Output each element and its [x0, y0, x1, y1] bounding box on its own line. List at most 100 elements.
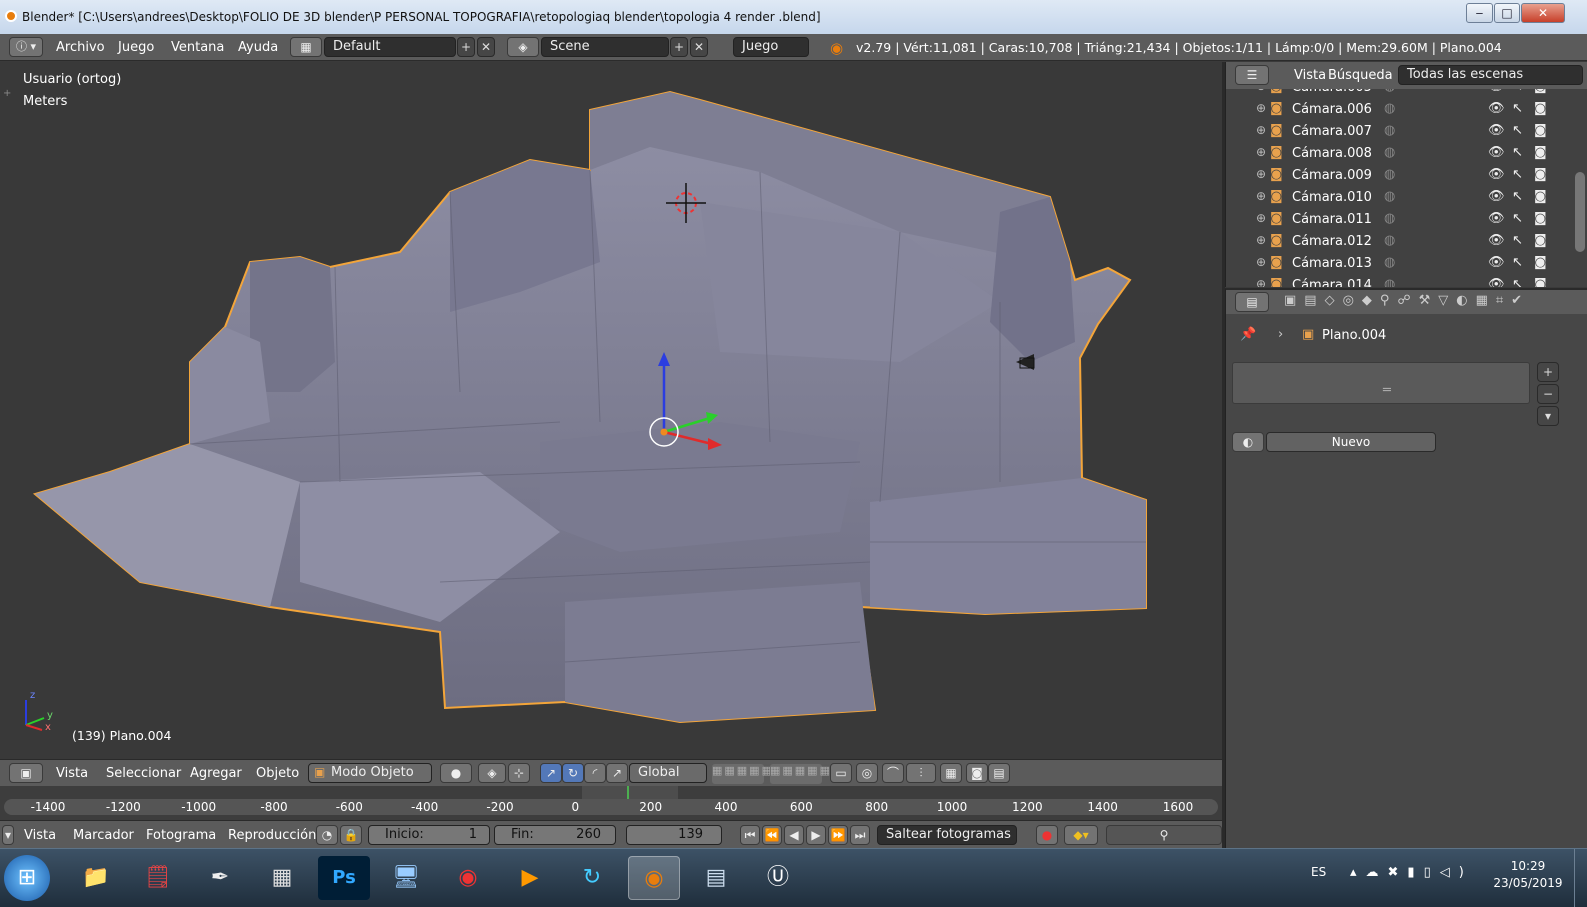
visibility-eye-icon[interactable]: 👁 — [1488, 89, 1505, 94]
add-scene-button[interactable]: + — [670, 37, 688, 57]
start-frame-field[interactable]: Inicio: 1 — [368, 825, 490, 845]
outliner-item[interactable]: ⊕ ◙ Cámara.013 ◍ 👁 ↖ ◙ — [1226, 253, 1573, 275]
selectable-arrow-icon[interactable]: ↖ — [1512, 189, 1523, 204]
preview-range-icon[interactable]: ◔ — [316, 825, 338, 845]
translate-manipulator-icon[interactable]: ↗ — [540, 763, 562, 783]
selectable-arrow-icon[interactable]: ↖ — [1512, 277, 1523, 287]
pin-icon[interactable]: 📌 — [1240, 327, 1256, 342]
expand-icon[interactable]: ⊕ — [1256, 145, 1266, 159]
properties-tabs[interactable]: ▣▤◇◎◆⚲☍⚒▽◐▦⌗✔ — [1284, 293, 1530, 308]
outliner-item[interactable]: ⊕ ◙ Cámara.008 ◍ 👁 ↖ ◙ — [1226, 143, 1573, 165]
layers-group-1[interactable]: ▦▦▦▦▦ — [712, 764, 772, 784]
calculator-taskbar-icon[interactable]: ▦ — [256, 856, 308, 900]
outliner-item[interactable]: ⊕ ◙ Cámara.014 ◍ 👁 ↖ ◙ — [1226, 275, 1573, 287]
visibility-eye-icon[interactable]: 👁 — [1488, 211, 1505, 226]
scene-field[interactable]: Scene — [541, 37, 669, 57]
timeline-editor-icon[interactable]: ▾ — [2, 825, 14, 845]
lock-range-icon[interactable]: 🔒 — [340, 825, 362, 845]
expand-icon[interactable]: ⊕ — [1256, 233, 1266, 247]
renderable-camera-icon[interactable]: ◙ — [1534, 167, 1547, 182]
properties-editor-icon[interactable]: ▤ — [1235, 292, 1269, 312]
start-button-icon[interactable]: ⊞ — [4, 855, 50, 901]
timeline-menu-marker[interactable]: Marcador — [73, 828, 134, 843]
menu-window[interactable]: Ventana — [171, 40, 224, 55]
jump-start-button[interactable]: ⏮ — [740, 825, 760, 845]
visibility-eye-icon[interactable]: 👁 — [1488, 101, 1505, 116]
shading-select-icon[interactable]: ● — [440, 763, 472, 783]
selectable-arrow-icon[interactable]: ↖ — [1512, 167, 1523, 182]
list-resize-handle-icon[interactable]: ═ — [1383, 383, 1391, 398]
new-material-button[interactable]: Nuevo — [1266, 432, 1436, 452]
timeline-menu-playback[interactable]: Reproducción — [228, 828, 316, 843]
editor-type-info-icon[interactable]: ⓘ ▾ — [9, 37, 43, 57]
view3d-editor-icon[interactable]: ▣ — [9, 763, 43, 783]
selectable-arrow-icon[interactable]: ↖ — [1512, 101, 1523, 116]
outliner-item[interactable]: ⊕ ◙ Cámara.011 ◍ 👁 ↖ ◙ — [1226, 209, 1573, 231]
close-button[interactable]: ✕ — [1521, 3, 1565, 23]
view3d-menu-add[interactable]: Agregar — [190, 766, 242, 781]
visibility-eye-icon[interactable]: 👁 — [1488, 255, 1505, 270]
expand-icon[interactable]: ⊕ — [1256, 255, 1266, 269]
add-material-slot-button[interactable]: + — [1537, 362, 1559, 382]
mode-select[interactable]: Modo Objeto — [308, 763, 432, 783]
selectable-arrow-icon[interactable]: ↖ — [1512, 233, 1523, 248]
visibility-eye-icon[interactable]: 👁 — [1488, 189, 1505, 204]
view3d-menu-view[interactable]: Vista — [56, 766, 88, 781]
cad-taskbar-icon[interactable]: ✒ — [194, 856, 246, 900]
animation-render-icon[interactable]: ▤ — [988, 763, 1010, 783]
explorer-taskbar-icon[interactable]: 📁 — [70, 856, 122, 900]
expand-icon[interactable]: ⊕ — [1256, 277, 1266, 287]
minimize-button[interactable]: ‒ — [1466, 3, 1493, 23]
material-specials-button[interactable]: ▾ — [1537, 406, 1559, 426]
outliner-scrollbar[interactable] — [1575, 172, 1585, 252]
opengl-render-icon[interactable]: ▦ — [940, 763, 962, 783]
next-keyframe-button[interactable]: ⏩ — [828, 825, 848, 845]
prev-keyframe-button[interactable]: ⏪ — [762, 825, 782, 845]
snap-toggle-icon[interactable]: ⌒ — [882, 763, 904, 783]
outliner-editor-icon[interactable]: ☰ — [1235, 65, 1269, 85]
remove-layout-button[interactable]: ✕ — [477, 37, 495, 57]
snap-element-icon[interactable]: ⫶ — [906, 763, 936, 783]
record-button[interactable]: ● — [1036, 825, 1058, 845]
orientation-icon[interactable]: ↗ — [606, 763, 628, 783]
outliner-filter-select[interactable]: Todas las escenas — [1398, 65, 1583, 85]
blender-taskbar-icon[interactable]: ◉ — [628, 856, 680, 900]
remove-material-slot-button[interactable]: − — [1537, 384, 1559, 404]
visibility-eye-icon[interactable]: 👁 — [1488, 233, 1505, 248]
renderable-camera-icon[interactable]: ◙ — [1534, 277, 1547, 287]
outliner-item[interactable]: ⊕ ◙ Cámara.005 ◍ 👁 ↖ ◙ — [1226, 89, 1573, 99]
jump-end-button[interactable]: ⏭ — [850, 825, 870, 845]
tray-icons[interactable]: ▴☁✖▮▯◁) — [1350, 865, 1473, 880]
language-indicator[interactable]: ES — [1311, 865, 1326, 879]
render-engine-select[interactable]: Juego — [733, 37, 809, 57]
network-taskbar-icon[interactable]: 🖥 — [380, 856, 432, 900]
selectable-arrow-icon[interactable]: ↖ — [1512, 89, 1523, 94]
layout-field[interactable]: Default — [324, 37, 456, 57]
selectable-arrow-icon[interactable]: ↖ — [1512, 123, 1523, 138]
material-browse-icon[interactable]: ◐ — [1232, 432, 1264, 452]
scale-manipulator-icon[interactable]: ◜ — [584, 763, 606, 783]
menu-game[interactable]: Juego — [118, 40, 154, 55]
viewport-3d[interactable]: Usuario (ortog) Meters + z y x (139) Pla… — [0, 62, 1222, 759]
renderable-camera-icon[interactable]: ◙ — [1534, 211, 1547, 226]
visibility-eye-icon[interactable]: 👁 — [1488, 277, 1505, 287]
window-taskbar-icon[interactable]: ▤ — [690, 856, 742, 900]
visibility-eye-icon[interactable]: 👁 — [1488, 167, 1505, 182]
show-desktop-button[interactable] — [1574, 849, 1587, 907]
expand-icon[interactable]: ⊕ — [1256, 89, 1266, 93]
expand-icon[interactable]: ⊕ — [1256, 101, 1266, 115]
menu-help[interactable]: Ayuda — [238, 40, 278, 55]
outliner-item[interactable]: ⊕ ◙ Cámara.010 ◍ 👁 ↖ ◙ — [1226, 187, 1573, 209]
renderable-camera-icon[interactable]: ◙ — [1534, 233, 1547, 248]
manipulator-toggle-icon[interactable]: ⊹ — [508, 763, 530, 783]
maximize-button[interactable]: □ — [1494, 3, 1520, 23]
active-keying-set-field[interactable]: ⚲ — [1106, 825, 1222, 845]
timeline-menu-frame[interactable]: Fotograma — [146, 828, 216, 843]
view3d-menu-select[interactable]: Seleccionar — [106, 766, 181, 781]
chrome-taskbar-icon[interactable]: ◉ — [442, 856, 494, 900]
keying-set-icon[interactable]: ◆▾ — [1064, 825, 1098, 845]
photoshop-taskbar-icon[interactable]: Ps — [318, 856, 370, 900]
scene-icon[interactable]: ◈ — [507, 37, 539, 57]
selectable-arrow-icon[interactable]: ↖ — [1512, 211, 1523, 226]
renderable-camera-icon[interactable]: ◙ — [1534, 89, 1547, 94]
